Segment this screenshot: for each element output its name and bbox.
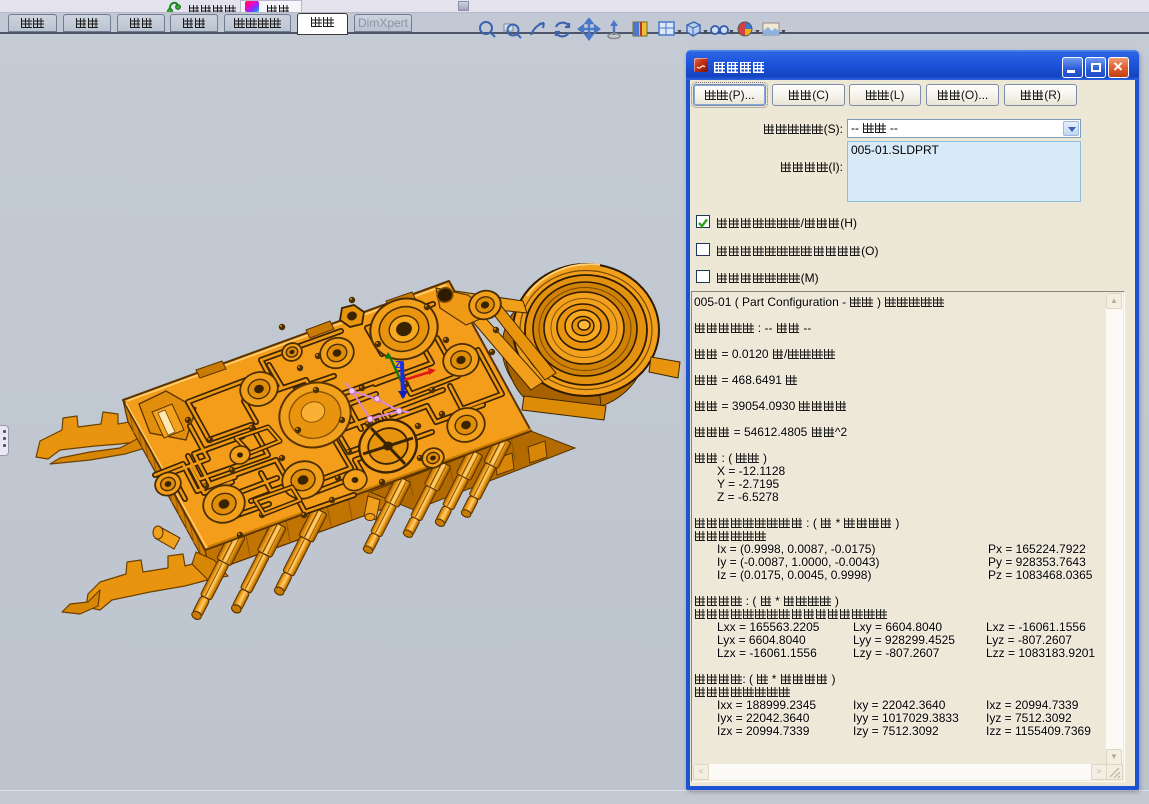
svg-text:▼: ▼ (780, 29, 787, 36)
svg-text:Z: Z (395, 360, 401, 371)
svg-text:▼: ▼ (676, 29, 683, 36)
svg-text:▼: ▼ (728, 29, 735, 36)
svg-text:▼: ▼ (754, 29, 761, 36)
svg-text:▼: ▼ (702, 29, 709, 36)
